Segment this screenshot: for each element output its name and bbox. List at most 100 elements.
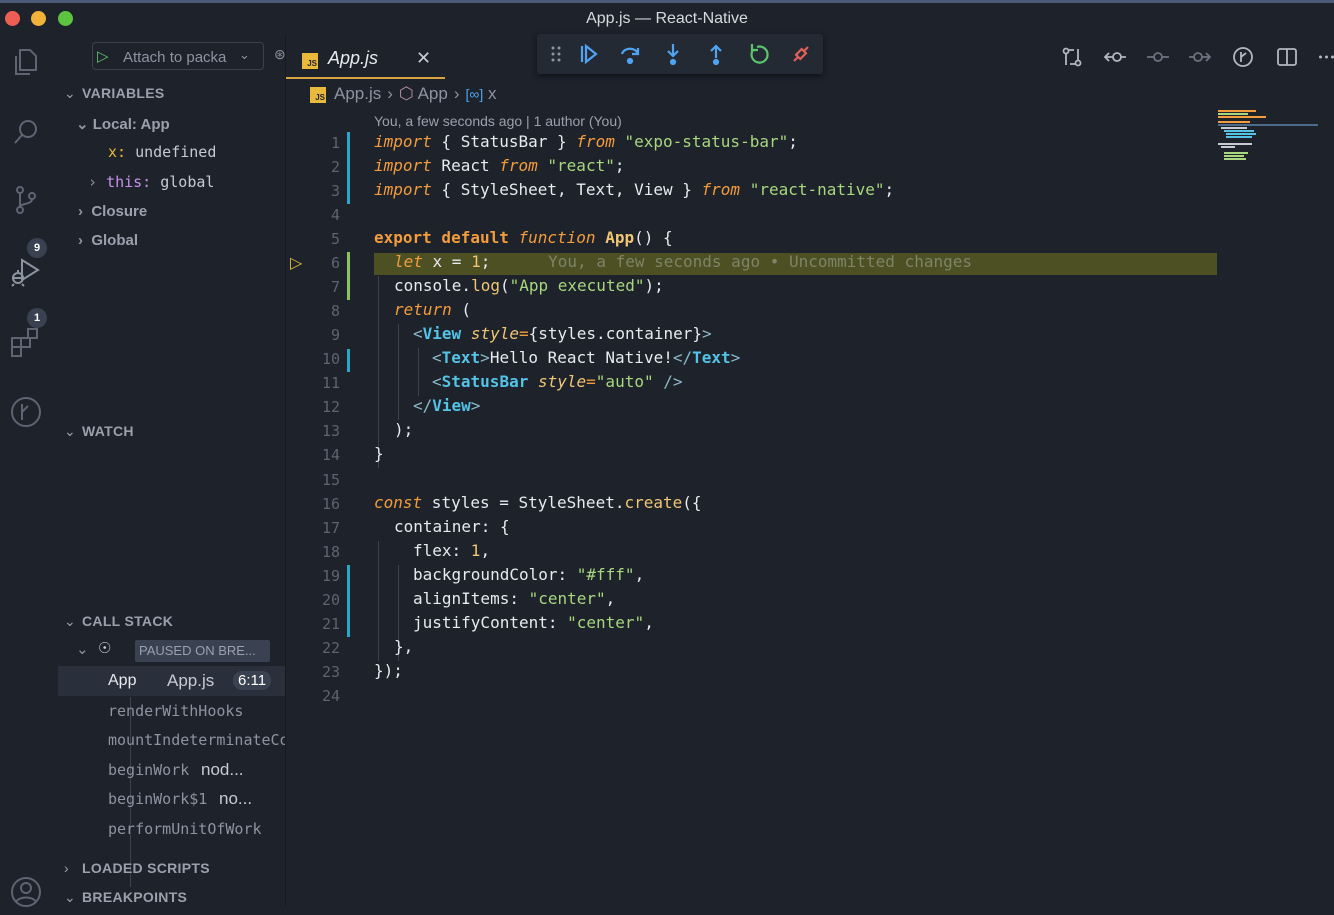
line-number: 7	[330, 278, 340, 296]
loaded-scripts-section-header[interactable]: › LOADED SCRIPTS	[64, 860, 210, 876]
watch-section-header[interactable]: ⌄ WATCH	[64, 423, 134, 440]
call-stack-frame[interactable]: beginWork nod...	[58, 755, 285, 785]
code-line: <StatusBar style="auto" />	[432, 372, 683, 391]
call-stack-frame[interactable]: App App.js 6:11	[58, 666, 285, 696]
tab-app-js[interactable]: JS App.js ✕	[286, 42, 445, 79]
split-editor-icon[interactable]	[1274, 46, 1300, 68]
source-control-icon	[16, 186, 36, 214]
code-line: );	[394, 420, 414, 439]
code-line: alignItems: "center",	[413, 589, 616, 608]
search-button[interactable]	[8, 114, 44, 150]
minimap[interactable]	[1218, 108, 1318, 178]
line-number: 21	[321, 615, 340, 633]
indent-guide	[378, 276, 379, 468]
debug-config-select[interactable]: ▷ Attach to packa ⌄	[92, 42, 264, 70]
call-stack-frame[interactable]: beginWork$1 no...	[58, 784, 285, 814]
line-number: 16	[321, 495, 340, 513]
call-stack-frame[interactable]: mountIndeterminateCo	[58, 725, 289, 755]
code-line: console.log("App executed");	[394, 276, 664, 295]
line-number: 2	[330, 158, 340, 176]
breadcrumb-file[interactable]: App.js	[334, 84, 381, 103]
step-over-icon[interactable]	[615, 40, 645, 68]
chevron-right-icon: ›	[88, 173, 98, 191]
git-blame-header[interactable]: You, a few seconds ago | 1 author (You)	[374, 113, 622, 129]
open-changes-icon[interactable]	[1059, 46, 1085, 68]
code-line: <Text>Hello React Native!</Text>	[432, 348, 741, 367]
step-out-icon[interactable]	[701, 40, 731, 68]
call-stack-frame[interactable]: renderWithHooks	[58, 696, 285, 726]
line-number: 14	[321, 446, 340, 464]
change-indicator	[347, 132, 350, 204]
indent-guide	[418, 348, 419, 396]
scope-global[interactable]: › Global	[78, 232, 138, 249]
breadcrumb-symbol[interactable]: App	[418, 84, 448, 103]
breadcrumb: JS App.js › ⬡ App › [∞] x	[310, 84, 496, 104]
go-back-icon[interactable]	[1102, 46, 1128, 68]
breadcrumb-variable[interactable]: x	[488, 84, 497, 103]
change-indicator	[347, 565, 350, 637]
scope-local[interactable]: ⌄ Local: App	[76, 115, 170, 133]
restart-icon[interactable]	[744, 40, 774, 68]
variable-this[interactable]: › this: global	[88, 173, 214, 191]
line-number: 13	[321, 422, 340, 440]
cube-icon: ⬡	[398, 84, 414, 103]
line-number: 17	[321, 519, 340, 537]
code-line: <View style={styles.container}>	[413, 324, 712, 343]
account-button[interactable]	[8, 874, 44, 910]
account-icon	[11, 877, 41, 907]
title-bar: App.js — React-Native	[0, 0, 1334, 34]
close-tab-icon[interactable]: ✕	[416, 48, 431, 69]
chevron-down-icon: ⌄	[64, 889, 77, 905]
settings-icon[interactable]: ⊛	[274, 46, 286, 63]
window-title: App.js — React-Native	[586, 10, 748, 27]
chevron-down-icon: ⌄	[239, 47, 250, 62]
variable-x[interactable]: x: undefined	[108, 143, 216, 161]
code-line: },	[394, 637, 414, 656]
line-number: 9	[330, 326, 340, 344]
line-number: 6	[330, 254, 340, 272]
indent-guide	[398, 324, 399, 420]
disconnect-icon[interactable]	[786, 40, 816, 68]
scope-closure[interactable]: › Closure	[78, 203, 147, 220]
editor-area: JS App.js ✕ JS App.js › ⬡ App › [∞] x Yo…	[285, 34, 1334, 906]
code-line: import { StyleSheet, Text, View } from "…	[374, 180, 895, 199]
code-line: });	[374, 661, 403, 680]
line-number: 5	[330, 230, 340, 248]
breakpoints-section-header[interactable]: ⌄ BREAKPOINTS	[64, 889, 187, 906]
extensions-button[interactable]	[8, 324, 44, 360]
inline-blame	[490, 252, 548, 271]
line-number: 4	[330, 206, 340, 224]
start-debugging-icon[interactable]: ▷	[97, 47, 109, 65]
source-control-button[interactable]	[8, 182, 44, 218]
call-stack-frame[interactable]: performUnitOfWork	[58, 814, 285, 844]
drag-handle-icon[interactable]	[541, 40, 571, 68]
variables-section-header[interactable]: ⌄ VARIABLES	[64, 85, 165, 102]
chevron-down-icon: ⌄	[64, 85, 77, 101]
code-line: export default function App() {	[374, 228, 673, 247]
gitlens-icon[interactable]	[1230, 46, 1256, 68]
search-icon	[14, 120, 37, 144]
go-forward-icon[interactable]	[1187, 46, 1213, 68]
debug-sidebar: ▷ Attach to packa ⌄ ⊛ ⌄ VARIABLES ⌄ Local…	[52, 34, 289, 906]
chevron-right-icon: ›	[78, 203, 83, 220]
chevron-down-icon[interactable]: ⌄	[76, 640, 89, 658]
step-into-icon[interactable]	[658, 40, 688, 68]
commit-icon[interactable]	[1145, 46, 1171, 68]
call-stack-section-header[interactable]: ⌄ CALL STACK	[64, 613, 173, 630]
variable-icon: [∞]	[465, 86, 484, 102]
code-line: justifyContent: "center",	[413, 613, 654, 632]
line-number: 1	[330, 134, 340, 152]
timeline-icon	[11, 397, 41, 427]
chevron-right-icon: ›	[387, 84, 393, 103]
continue-icon[interactable]	[573, 40, 603, 68]
code-line: return (	[394, 300, 472, 319]
explorer-button[interactable]	[8, 44, 44, 80]
change-indicator	[347, 349, 350, 372]
line-number: 11	[321, 374, 340, 392]
line-number: 10	[321, 350, 340, 368]
timeline-button[interactable]	[8, 394, 44, 430]
more-actions-icon[interactable]	[1314, 46, 1334, 68]
code-line: let x = 1; You, a few seconds ago • Unco…	[394, 252, 972, 271]
change-indicator	[347, 252, 350, 300]
run-debug-button[interactable]	[8, 254, 44, 290]
